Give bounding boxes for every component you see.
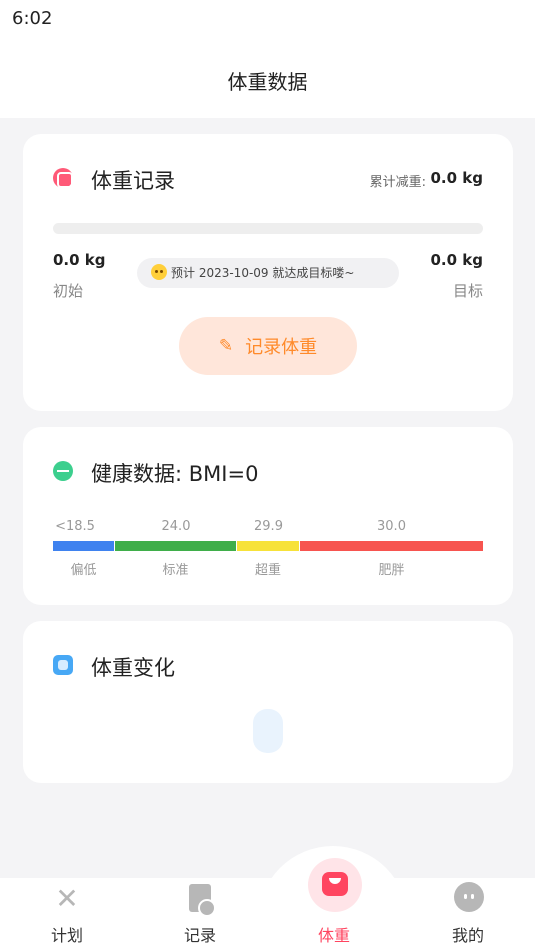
scale-icon[interactable] — [308, 858, 362, 912]
bmi-category-low: 偏低 — [70, 563, 97, 578]
bmi-category-normal: 标准 — [162, 563, 189, 578]
nav-item-record[interactable]: 记录 — [155, 878, 245, 951]
nav-item-plan[interactable]: ✕ 计划 — [22, 878, 112, 951]
scale-icon — [53, 168, 73, 188]
goal-weight-label: 目标 — [452, 282, 483, 300]
heart-pulse-icon — [53, 461, 73, 481]
bmi-tick-normal: 24.0 — [161, 519, 191, 534]
fork-knife-icon: ✕ — [55, 882, 79, 915]
bmi-bar-low — [53, 541, 114, 551]
bottom-nav: ✕ 计划 记录 体重 我的 — [0, 878, 535, 951]
estimate-text: 预计 2023-10-09 就达成目标喽~ — [171, 266, 355, 280]
weight-trend-title: 体重变化 — [91, 656, 175, 680]
nav-label-mine: 我的 — [451, 926, 484, 945]
cumulative-loss-label: 累计减重: — [369, 175, 426, 190]
bmi-bar-obese — [300, 541, 483, 551]
page-title: 体重数据 — [227, 70, 308, 94]
record-doc-icon — [189, 884, 216, 917]
health-data-card: 健康数据: BMI=0 <18.5 24.0 29.9 30.0 偏低 标准 超… — [23, 427, 513, 605]
pencil-icon: ✎ — [218, 336, 234, 356]
estimate-bubble: 预计 2023-10-09 就达成目标喽~ — [137, 258, 399, 288]
weight-record-title: 体重记录 — [91, 169, 175, 193]
nav-label-record: 记录 — [183, 926, 216, 945]
status-time: 6:02 — [12, 8, 53, 29]
weight-trend-card: 体重变化 — [23, 621, 513, 783]
nav-label-plan: 计划 — [50, 926, 83, 945]
nav-label-weight: 体重 — [317, 926, 350, 945]
bmi-category-over: 超重 — [254, 563, 281, 578]
bmi-bar-over — [237, 541, 299, 551]
record-weight-label: 记录体重 — [245, 337, 318, 358]
goal-weight-value: 0.0 kg — [430, 251, 483, 269]
top-bar: 6:02 体重数据 — [0, 0, 535, 118]
profile-chat-icon — [454, 882, 484, 912]
bmi-tick-obese: 30.0 — [377, 519, 406, 534]
bmi-tick-low: <18.5 — [55, 519, 95, 534]
emoji-icon — [151, 264, 167, 280]
start-weight-label: 初始 — [53, 282, 84, 300]
cumulative-loss-value: 0.0 kg — [430, 169, 483, 187]
weight-progress-bar — [53, 223, 483, 234]
loading-placeholder — [253, 709, 283, 753]
health-data-title: 健康数据: BMI=0 — [91, 462, 259, 486]
weight-record-card: 体重记录 累计减重: 0.0 kg 0.0 kg 初始 预计 2023-10-0… — [23, 134, 513, 411]
bmi-bar-normal — [115, 541, 236, 551]
bmi-category-obese: 肥胖 — [378, 563, 405, 578]
bmi-tick-over: 29.9 — [254, 519, 283, 534]
start-weight-value: 0.0 kg — [53, 251, 106, 269]
nav-item-mine[interactable]: 我的 — [423, 878, 513, 951]
record-weight-button[interactable]: ✎ 记录体重 — [179, 317, 357, 375]
trend-chart-icon — [53, 655, 73, 675]
